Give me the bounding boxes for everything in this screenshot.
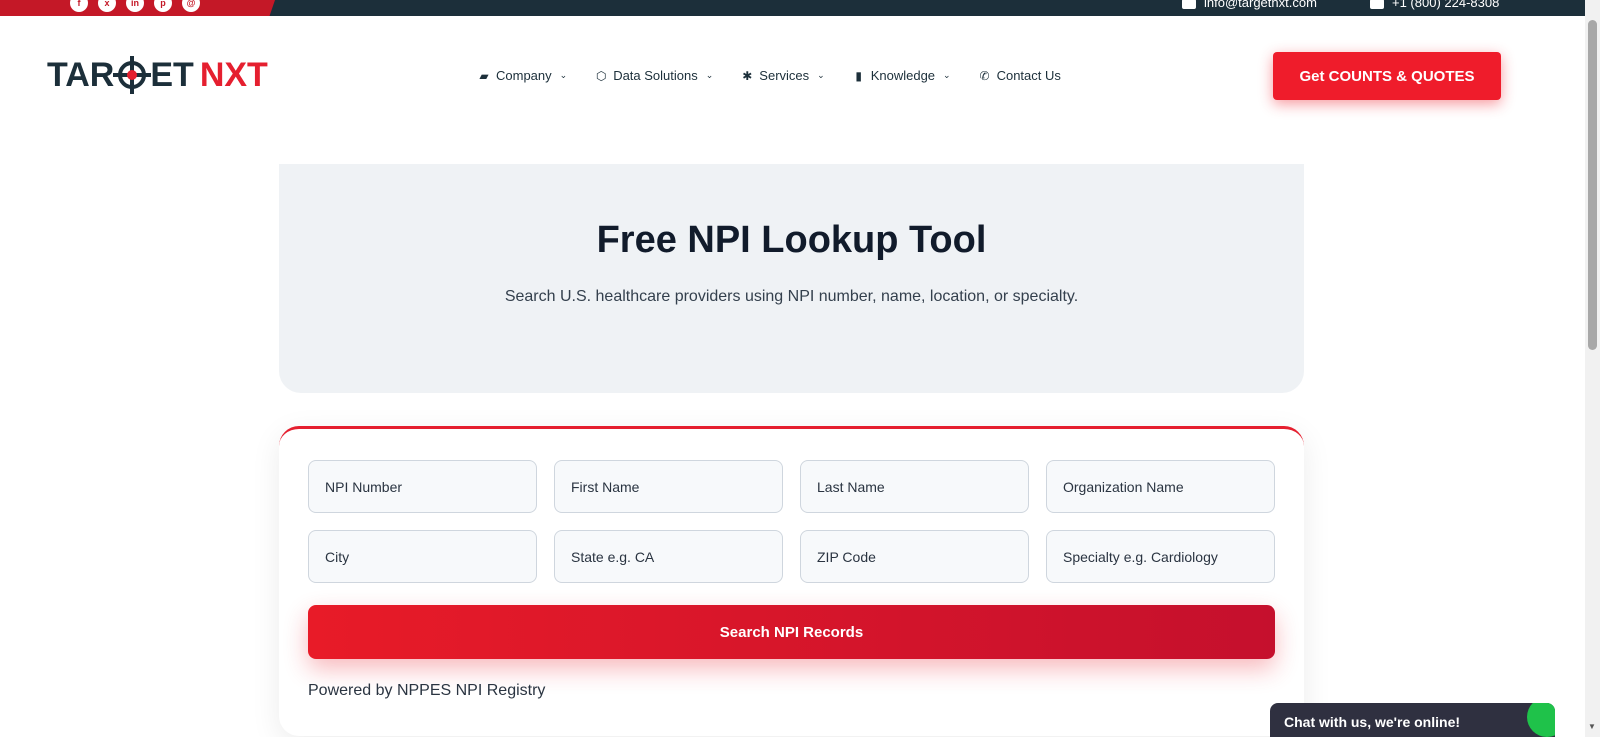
nav-contact-us[interactable]: ✆ Contact Us	[979, 68, 1061, 83]
last-name-input[interactable]	[800, 460, 1029, 513]
search-form-card: Search NPI Records Powered by NPPES NPI …	[279, 426, 1304, 736]
phone-text: +1 (800) 224-8308	[1392, 0, 1500, 10]
targetnxt-logo[interactable]: TAR ET NXT	[47, 56, 268, 95]
search-fields	[308, 460, 1275, 583]
hero-section: Free NPI Lookup Tool Search U.S. healthc…	[279, 164, 1304, 393]
crosshair-icon	[113, 56, 152, 94]
get-counts-quotes-button[interactable]: Get COUNTS & QUOTES	[1273, 52, 1501, 100]
nav-data-solutions-label: Data Solutions	[613, 68, 698, 83]
npi-number-input[interactable]	[308, 460, 537, 513]
page-scrollbar[interactable]: ▼	[1585, 0, 1600, 737]
site-header: TAR ET NXT ▰ Company ⌄ ⬡ Data Solutions ⌄ …	[0, 16, 1585, 136]
cube-icon: ⬡	[595, 68, 607, 83]
chat-widget[interactable]: Chat with us, we're online!	[1270, 703, 1555, 737]
city-input[interactable]	[308, 530, 537, 583]
nav-data-solutions[interactable]: ⬡ Data Solutions ⌄	[595, 68, 713, 83]
state-input[interactable]	[554, 530, 783, 583]
top-bar: f x in p @ info@targetnxt.com +1 (800) 2…	[0, 0, 1600, 16]
logo-text-1: TAR	[47, 56, 115, 94]
chevron-down-icon: ⌄	[943, 70, 951, 80]
nav-services[interactable]: ✱ Services ⌄	[741, 68, 824, 83]
briefcase-icon: ▰	[479, 68, 489, 83]
phone-icon	[1370, 0, 1384, 9]
zip-code-input[interactable]	[800, 530, 1029, 583]
nav-contact-us-label: Contact Us	[996, 68, 1061, 83]
organization-name-input[interactable]	[1046, 460, 1275, 513]
chevron-down-icon: ⌄	[559, 70, 568, 80]
chevron-down-icon: ⌄	[705, 70, 714, 80]
online-status-indicator	[1527, 703, 1555, 737]
search-npi-records-button[interactable]: Search NPI Records	[308, 605, 1275, 659]
chevron-down-icon: ⌄	[817, 70, 825, 80]
gear-icon: ✱	[742, 68, 753, 83]
powered-by-text: Powered by NPPES NPI Registry	[308, 682, 546, 699]
logo-text-2: ET	[150, 56, 194, 94]
envelope-icon	[1182, 0, 1196, 9]
specialty-input[interactable]	[1046, 530, 1275, 583]
main-nav: ▰ Company ⌄ ⬡ Data Solutions ⌄ ✱ Service…	[478, 68, 1061, 83]
phone-icon: ✆	[979, 68, 990, 83]
nav-company-label: Company	[496, 68, 552, 83]
nav-knowledge-label: Knowledge	[870, 68, 936, 83]
page-subtitle: Search U.S. healthcare providers using N…	[504, 288, 1079, 305]
chat-widget-label: Chat with us, we're online!	[1284, 714, 1461, 730]
nav-company[interactable]: ▰ Company ⌄	[478, 68, 567, 83]
logo-text-3: NXT	[199, 56, 268, 94]
email-text: info@targetnxt.com	[1204, 0, 1317, 10]
phone-link[interactable]: +1 (800) 224-8308	[1370, 0, 1499, 10]
nav-services-label: Services	[759, 68, 810, 83]
book-icon: ▮	[855, 68, 862, 83]
email-link[interactable]: info@targetnxt.com	[1182, 0, 1317, 10]
nav-knowledge[interactable]: ▮ Knowledge ⌄	[853, 68, 951, 83]
scrollbar-thumb[interactable]	[1588, 20, 1597, 350]
scroll-down-arrow-icon[interactable]: ▼	[1588, 722, 1596, 731]
page-title: Free NPI Lookup Tool	[596, 219, 987, 261]
first-name-input[interactable]	[554, 460, 783, 513]
